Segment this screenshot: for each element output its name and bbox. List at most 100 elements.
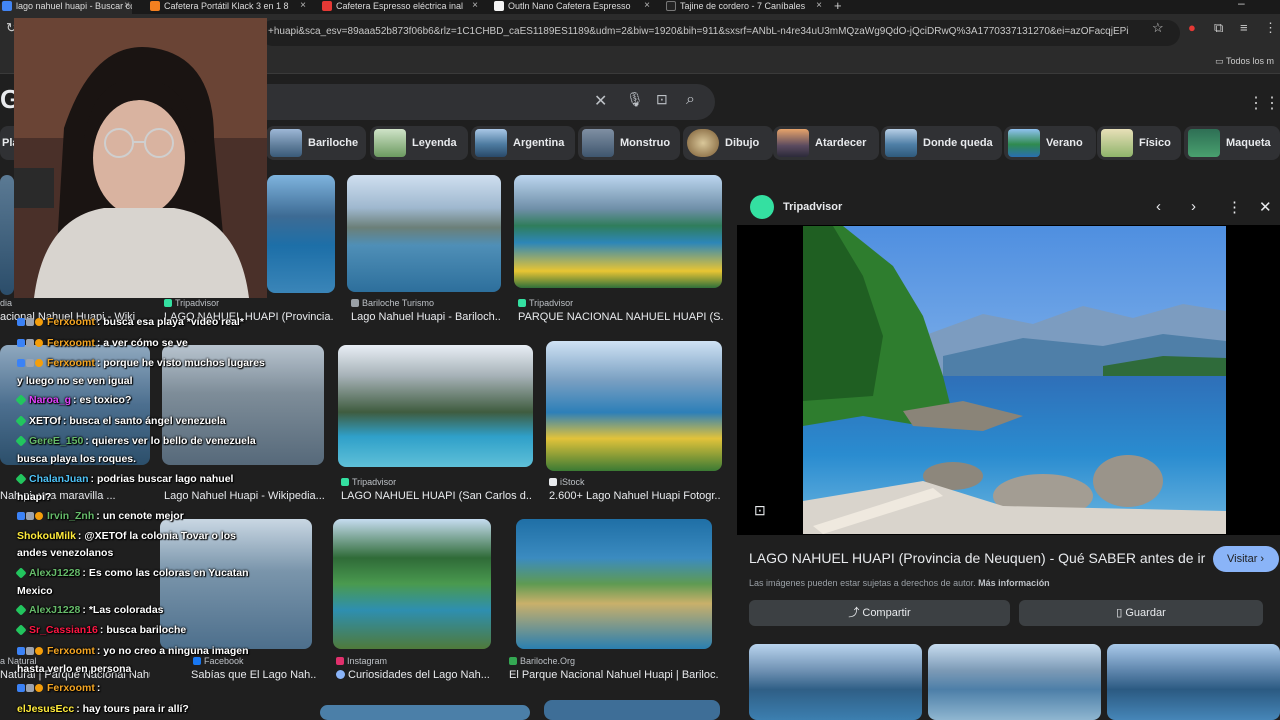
chip-argentina[interactable]: Argentina [471,126,575,160]
search-icon[interactable]: ⌕ [686,91,695,109]
chip-label: Monstruo [620,137,671,149]
next-icon[interactable]: › [1191,198,1196,215]
chip-monstruo[interactable]: Monstruo [578,126,680,160]
close-tab-icon[interactable]: × [472,0,478,12]
chat-username[interactable]: AlexJ1228 [29,567,80,579]
more-info-link[interactable]: Más información [978,578,1050,588]
clear-search-icon[interactable]: ✕ [594,91,607,111]
result-source: iStock [549,477,585,487]
chat-username[interactable]: Ferxoomt [47,337,95,349]
result-image[interactable] [546,341,722,471]
result-caption[interactable]: Curiosidades del Lago Nah... [336,669,491,681]
chat-badges [15,603,27,620]
chip-maqueta[interactable]: Maqueta [1184,126,1280,160]
chip-dibujo[interactable]: Dibujo [683,126,773,160]
chat-username[interactable]: ChalanJuan [29,473,89,485]
tab-cafetera-espresso[interactable]: Cafetera Espresso eléctrica inal × [320,0,480,14]
result-image[interactable] [544,700,720,720]
chat-username[interactable]: elJesusEcc [17,703,74,715]
result-caption[interactable]: PARQUE NACIONAL NAHUEL HUAPI (S... [518,311,723,323]
menu-icon[interactable]: ⋮ [1264,20,1277,36]
chip-thumbnail [475,129,507,157]
source-name: Instagram [347,656,388,666]
result-image[interactable] [347,175,501,292]
lens-search-icon[interactable]: ⊡ [656,91,668,108]
url-text[interactable]: +huapi&sca_esv=89aaa52b873f06b6&rlz=1C1C… [268,26,1128,37]
chat-message: GereE_150: quieres ver lo bello de venez… [15,435,256,465]
chip-verano[interactable]: Verano [1004,126,1096,160]
chip-bariloche[interactable]: Bariloche [266,126,366,160]
chip-atardecer[interactable]: Atardecer [773,126,879,160]
previous-icon[interactable]: ‹ [1156,198,1161,215]
lens-search-icon[interactable]: ⊡ [754,502,766,519]
close-tab-icon[interactable]: × [816,0,822,12]
related-image[interactable] [749,644,922,720]
tripadvisor-icon [518,299,526,307]
result-image[interactable] [267,175,335,293]
save-button[interactable]: ▯ Guardar [1019,600,1263,626]
chat-username[interactable]: Ferxoomt [47,316,95,328]
new-tab-icon[interactable]: + [834,0,842,13]
extension-icon[interactable]: ● [1188,20,1196,35]
chip-donde-queda[interactable]: Donde queda [881,126,1002,160]
visit-button[interactable]: Visitar › [1213,546,1279,572]
chat-message: elJesusEcc: hay tours para ir allí? [17,703,189,715]
more-options-icon[interactable]: ⋮ [1227,198,1242,216]
close-tab-icon[interactable]: × [644,0,650,12]
share-button[interactable]: ⤴ Compartir [749,600,1010,626]
chat-username[interactable]: AlexJ1228 [29,604,80,616]
google-apps-icon[interactable]: ⋮⋮ [1248,93,1280,113]
chat-badges [17,509,44,526]
address-bar[interactable]: +huapi&sca_esv=89aaa52b873f06b6&rlz=1C1C… [260,20,1180,46]
panel-source-name[interactable]: Tripadvisor [783,201,842,213]
chip-leyenda[interactable]: Leyenda [370,126,468,160]
result-caption[interactable]: El Parque Nacional Nahuel Huapi | Barilo… [509,669,719,681]
chat-username[interactable]: Naroa_g [29,394,71,406]
chat-username[interactable]: Sr_Cassian16 [29,624,98,636]
chip-label: Dibujo [725,137,760,149]
related-image[interactable] [1107,644,1280,720]
chat-username[interactable]: ShokouMilk [17,530,76,542]
tab-cafetera-klack[interactable]: Cafetera Portátil Klack 3 en 1 8 × [148,0,308,14]
tab-tajine[interactable]: Tajine de cordero - 7 Caníbales × [664,0,824,14]
media-queue-icon[interactable]: ≡ [1240,20,1248,35]
result-image[interactable] [333,519,491,649]
result-image[interactable] [514,175,722,288]
chat-username[interactable]: Ferxoomt [47,682,95,694]
chat-username[interactable]: Ferxoomt [47,357,95,369]
close-tab-icon[interactable]: × [300,0,306,12]
result-image[interactable] [320,705,530,720]
chat-username[interactable]: GereE_150 [29,435,83,447]
tab-title: Cafetera Portátil Klack 3 en 1 8 [164,1,289,11]
chat-username[interactable]: XETOf [29,415,61,427]
result-source: Bariloche Turismo [351,298,434,308]
result-image[interactable] [516,519,712,649]
chip-fisico[interactable]: Físico [1097,126,1181,160]
preview-title[interactable]: LAGO NAHUEL HUAPI (Provincia de Neuquen)… [749,550,1205,566]
chat-username[interactable]: Ferxoomt [47,645,95,657]
result-image[interactable] [0,175,14,295]
preview-image[interactable] [803,226,1226,534]
chat-username[interactable]: Irvin_Znh [47,510,94,522]
bookmark-star-icon[interactable]: ☆ [1152,20,1164,36]
tab-google-search[interactable]: lago nahuel huapi - Buscar con × [0,0,132,14]
result-caption[interactable]: LAGO NAHUEL HUAPI (San Carlos d... [341,490,531,502]
close-panel-icon[interactable]: ✕ [1259,198,1272,216]
chat-badges [17,336,44,353]
result-image[interactable] [338,345,533,467]
chat-badges [15,393,27,410]
tab-outln-nano[interactable]: Outln Nano Cafetera Espresso × [492,0,652,14]
save-label: Guardar [1125,607,1166,619]
extensions-puzzle-icon[interactable]: ⧉ [1214,20,1223,36]
result-caption[interactable]: Lago Nahuel Huapi - Bariloch... [351,311,501,323]
minimize-icon[interactable]: – [1238,0,1245,10]
all-bookmarks-folder[interactable]: ▭ Todos los m [1215,56,1274,67]
voice-search-icon[interactable]: 🎙 [626,91,644,108]
chip-thumbnail [777,129,809,157]
result-caption[interactable]: 2.600+ Lago Nahuel Huapi Fotogr... [549,490,721,502]
chat-badges [15,623,27,640]
related-image[interactable] [928,644,1101,720]
chat-badges [17,356,44,373]
close-tab-icon[interactable]: × [124,0,130,12]
amazon-favicon-icon [494,1,504,11]
